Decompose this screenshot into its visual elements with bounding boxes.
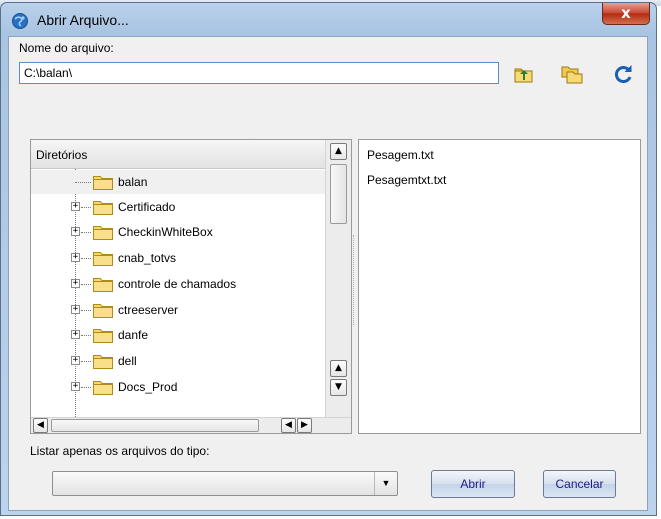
open-button[interactable]: Abrir — [431, 470, 515, 498]
expand-icon[interactable]: + — [71, 382, 80, 391]
tree-dots — [81, 258, 91, 259]
tree-dots — [81, 232, 91, 233]
close-icon: x — [621, 4, 631, 22]
expand-icon[interactable]: + — [71, 202, 80, 211]
file-item[interactable]: Pesagemtxt.txt — [367, 173, 446, 187]
tree-item-ctreeserver[interactable]: + ctreeserver — [31, 298, 325, 322]
tree-item-label: controle de chamados — [118, 277, 237, 291]
scroll-up-icon[interactable]: ▲ — [330, 143, 347, 160]
tree-item-label: cnab_totvs — [118, 251, 177, 265]
file-item[interactable]: Pesagem.txt — [367, 148, 434, 162]
refresh-icon[interactable] — [611, 62, 635, 86]
tree-item-dell[interactable]: + dell — [31, 349, 325, 373]
tree-item-label: dell — [118, 354, 137, 368]
folder-icon — [93, 278, 113, 292]
directory-header: Diretórios — [31, 140, 325, 169]
close-button[interactable]: x — [602, 3, 650, 25]
tree-item-certificado[interactable]: + Certificado — [31, 195, 325, 219]
tree-dots — [81, 361, 91, 362]
title-bar: Abrir Arquivo... x — [1, 3, 656, 37]
folder-icon — [93, 252, 113, 266]
file-type-select[interactable]: ▼ — [52, 471, 398, 496]
tree-item-label: Docs_Prod — [118, 380, 178, 394]
tree-item-danfe[interactable]: + danfe — [31, 323, 325, 347]
folder-icon — [93, 355, 113, 369]
cancel-button[interactable]: Cancelar — [543, 470, 616, 498]
directory-horizontal-scrollbar[interactable]: ◀ ◀ ▶ — [31, 417, 351, 433]
tree-dots — [81, 207, 91, 208]
scroll-up-icon[interactable]: ▲ — [330, 360, 347, 377]
tree-item-label: ctreeserver — [118, 303, 179, 317]
folder-icon — [93, 201, 113, 215]
tree-dots — [81, 335, 91, 336]
new-folder-icon[interactable] — [560, 62, 584, 86]
tree-item-docs-prod[interactable]: + Docs_Prod — [31, 375, 325, 399]
folder-up-icon[interactable] — [512, 62, 536, 86]
filename-input[interactable] — [19, 62, 499, 84]
panel-splitter[interactable] — [353, 235, 357, 325]
expand-icon[interactable]: + — [71, 227, 80, 236]
scroll-down-icon[interactable]: ▼ — [330, 379, 347, 396]
folder-icon — [93, 304, 113, 318]
folder-icon — [93, 329, 113, 343]
scroll-left-icon[interactable]: ◀ — [33, 418, 48, 433]
scroll-thumb[interactable] — [330, 164, 347, 224]
tree-item-label: Certificado — [118, 200, 176, 214]
expand-icon[interactable]: + — [71, 330, 80, 339]
folder-icon — [93, 176, 113, 190]
tree-dots — [75, 182, 91, 183]
tree-dots — [81, 310, 91, 311]
app-globe-icon — [12, 13, 28, 29]
tree-dots — [81, 387, 91, 388]
tree-item-controle-de-chamados[interactable]: + controle de chamados — [31, 272, 325, 296]
tree-item-label: danfe — [118, 328, 149, 342]
expand-icon[interactable]: + — [71, 356, 80, 365]
tree-dots — [81, 284, 91, 285]
directory-panel: Diretórios balan + Certificado + Checkin… — [30, 139, 352, 434]
folder-icon — [93, 226, 113, 240]
dialog-title: Abrir Arquivo... — [37, 12, 129, 28]
tree-item-checkinwhitebox[interactable]: + CheckinWhiteBox — [31, 220, 325, 244]
tree-item-label: balan — [118, 175, 148, 189]
folder-icon — [93, 381, 113, 395]
chevron-down-icon[interactable]: ▼ — [374, 472, 397, 495]
tree-item-balan[interactable]: balan — [31, 170, 325, 194]
file-type-label: Listar apenas os arquivos do tipo: — [30, 444, 210, 458]
expand-icon[interactable]: + — [71, 305, 80, 314]
tree-item-cnab-totvs[interactable]: + cnab_totvs — [31, 246, 325, 270]
scroll-right-icon[interactable]: ▶ — [297, 418, 312, 433]
expand-icon[interactable]: + — [71, 253, 80, 262]
directory-vertical-scrollbar[interactable]: ▲ ▲ ▼ — [325, 140, 351, 417]
file-list-panel: Pesagem.txt Pesagemtxt.txt — [358, 139, 641, 434]
filename-label: Nome do arquivo: — [19, 41, 114, 55]
scroll-left-icon[interactable]: ◀ — [281, 418, 296, 433]
expand-icon[interactable]: + — [71, 279, 80, 288]
tree-item-label: CheckinWhiteBox — [118, 225, 213, 239]
horizontal-scroll-thumb[interactable] — [51, 419, 259, 432]
